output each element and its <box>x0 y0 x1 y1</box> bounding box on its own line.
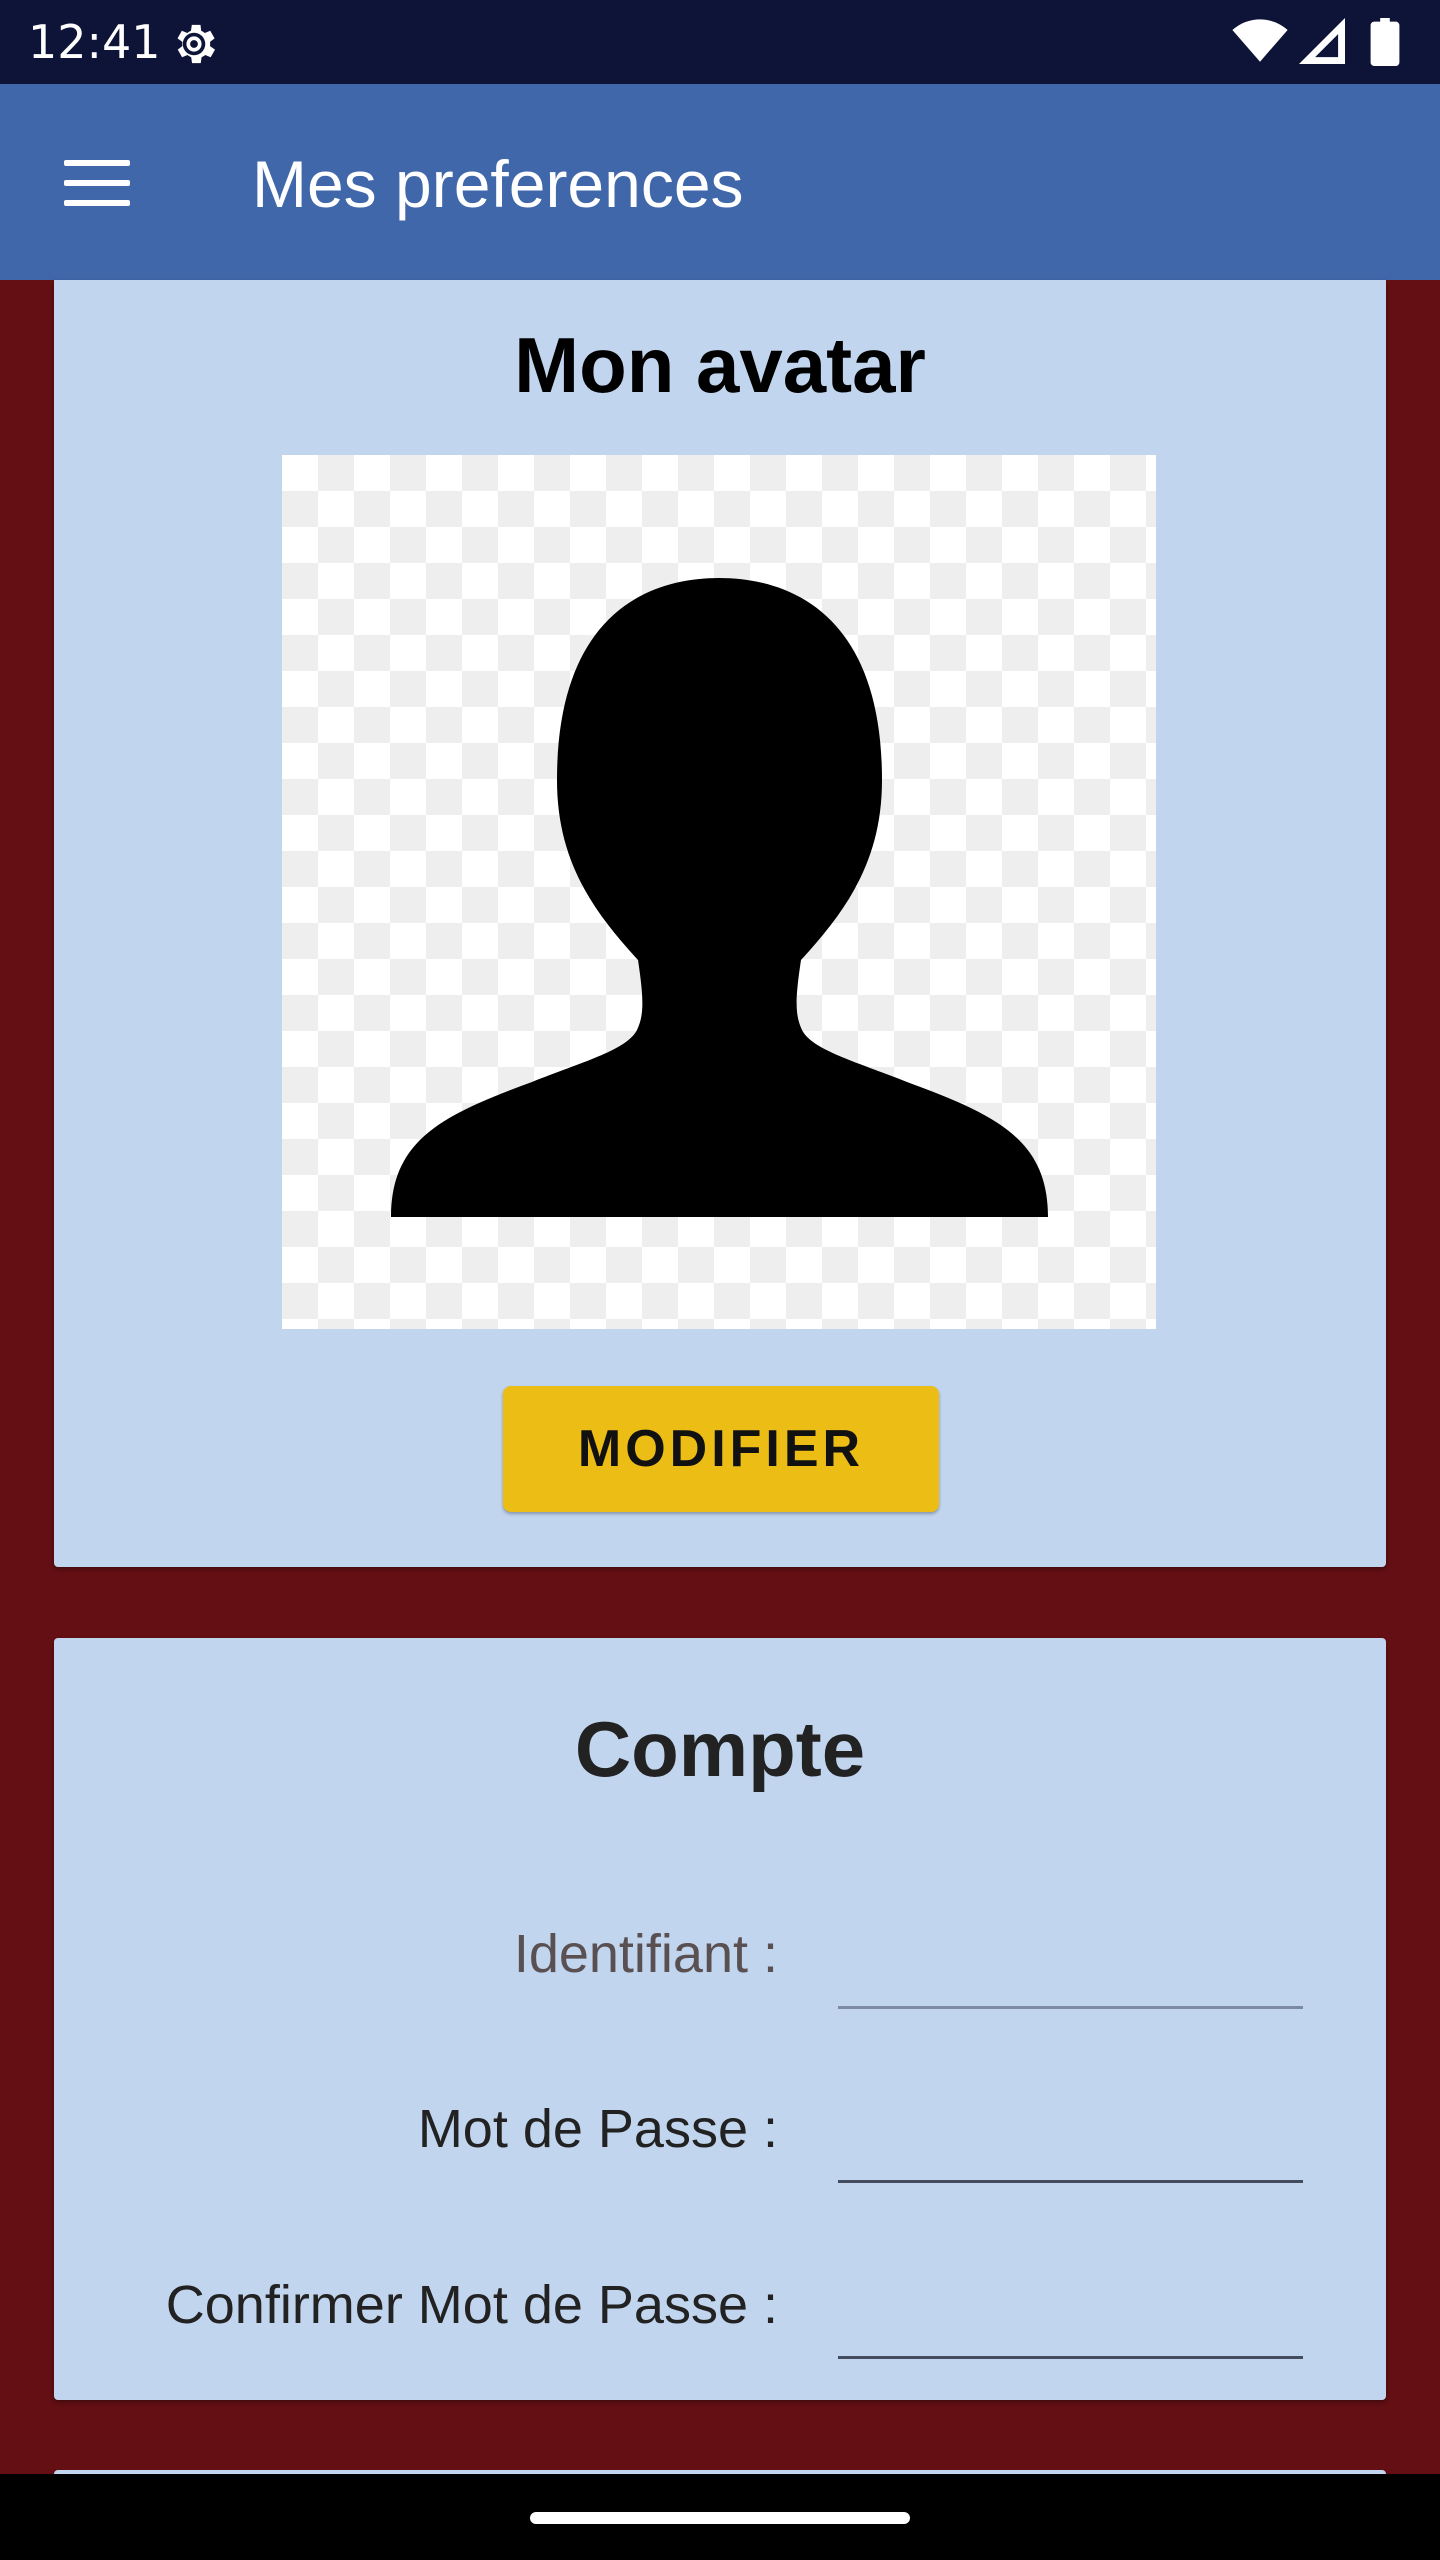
account-card: Compte Identifiant : Mot de Passe : Conf… <box>54 1638 1386 2400</box>
battery-icon <box>1370 18 1400 66</box>
home-gesture-handle[interactable] <box>530 2512 910 2524</box>
person-silhouette-icon <box>391 578 1048 1217</box>
confirm-password-label: Confirmer Mot de Passe : <box>165 2275 778 2335</box>
cell-signal-icon <box>1299 18 1345 64</box>
password-label: Mot de Passe : <box>417 2099 778 2159</box>
avatar-image <box>282 455 1156 1329</box>
password-field[interactable] <box>838 2090 1303 2183</box>
hamburger-menu-icon[interactable] <box>64 160 130 206</box>
account-section-title: Compte <box>574 1705 866 1793</box>
settings-gear-icon <box>177 24 216 64</box>
modify-avatar-button[interactable]: MODIFIER <box>503 1386 939 1512</box>
app-bar: Mes preferences <box>0 84 1440 280</box>
avatar-section-title: Mon avatar <box>514 321 926 409</box>
status-bar: 12:41 <box>0 0 1440 84</box>
navigation-bar <box>0 2474 1440 2560</box>
confirm-password-field[interactable] <box>838 2266 1303 2359</box>
wifi-icon <box>1232 19 1288 62</box>
page-title: Mes preferences <box>252 147 744 221</box>
avatar-card: Mon avatar MODIFIER <box>54 280 1386 1567</box>
username-field[interactable] <box>838 1916 1303 2009</box>
status-time: 12:41 <box>28 15 161 69</box>
username-label: Identifiant : <box>513 1924 778 1984</box>
